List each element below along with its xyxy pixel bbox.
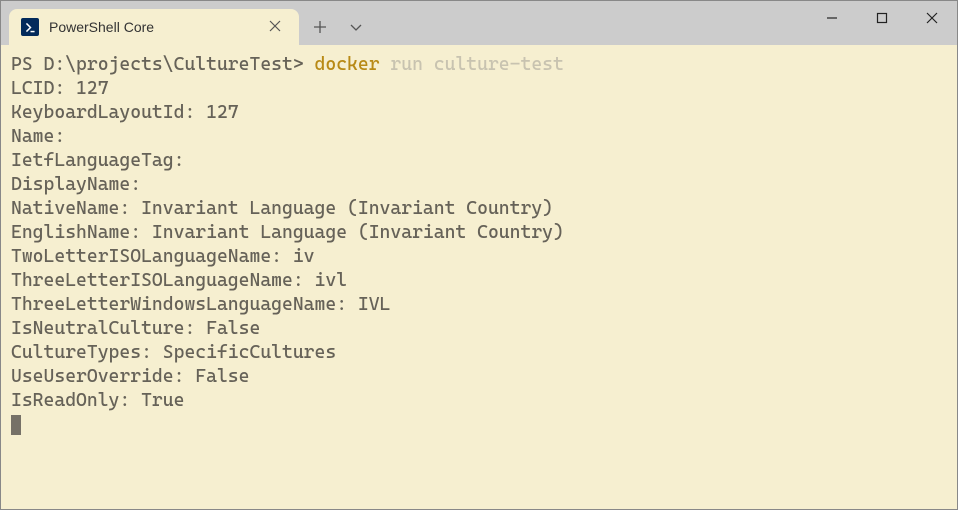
command-exe: docker: [315, 54, 380, 75]
tab-powershell[interactable]: PowerShell Core: [9, 9, 299, 45]
minimize-button[interactable]: [807, 1, 857, 35]
prompt: PS D:\projects\CultureTest>: [11, 54, 315, 75]
new-tab-button[interactable]: [299, 9, 341, 45]
window-controls: [807, 1, 957, 41]
titlebar: PowerShell Core: [1, 1, 957, 45]
powershell-icon: [21, 18, 39, 36]
close-button[interactable]: [907, 1, 957, 35]
tab-title: PowerShell Core: [49, 19, 263, 35]
tab-dropdown-button[interactable]: [341, 9, 371, 45]
command-args: run culture-test: [380, 54, 564, 75]
maximize-button[interactable]: [857, 1, 907, 35]
terminal-pane[interactable]: PS D:\projects\CultureTest> docker run c…: [1, 45, 957, 509]
tab-close-button[interactable]: [263, 17, 287, 37]
cursor: [11, 415, 21, 435]
terminal-output: LCID: 127 KeyboardLayoutId: 127 Name: Ie…: [11, 77, 947, 413]
